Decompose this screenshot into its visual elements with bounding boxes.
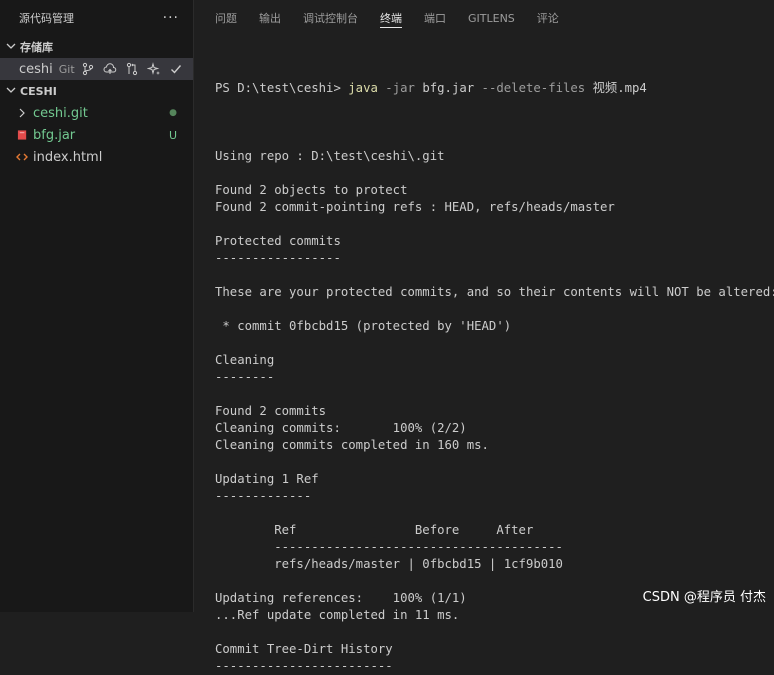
bottom-panel: 问题 输出 调试控制台 终端 端口 GITLENS 评论 PS D:\test\… — [195, 0, 774, 674]
panel-tabs: 问题 输出 调试控制台 终端 端口 GITLENS 评论 — [195, 0, 774, 36]
terminal-line: ------------- — [215, 489, 312, 503]
repository-scm-type: Git — [58, 62, 75, 76]
sync-cloud-icon[interactable] — [103, 62, 117, 76]
terminal-line: These are your protected commits, and so… — [215, 285, 774, 299]
terminal-line: Using repo : D:\test\ceshi\.git — [215, 149, 445, 163]
terminal-command: java — [348, 81, 378, 95]
file-name: bfg.jar — [33, 127, 76, 143]
terminal-prompt: PS D:\test\ceshi> — [215, 81, 349, 95]
file-name: ceshi.git — [33, 105, 88, 121]
terminal-line: -------- — [215, 370, 275, 384]
tab-comments[interactable]: 评论 — [537, 0, 559, 36]
terminal-line: ------------------------ — [215, 659, 393, 673]
tab-ports[interactable]: 端口 — [424, 0, 446, 36]
file-row-ceshi-git[interactable]: ceshi.git ● — [0, 102, 193, 124]
terminal-line: Ref Before After — [215, 523, 534, 537]
source-control-sidebar: 源代码管理 ··· 存储库 ceshi Git CESHI ceshi.git … — [0, 0, 194, 612]
workspace-section-label: CESHI — [20, 84, 57, 98]
tab-problems[interactable]: 问题 — [215, 0, 237, 36]
terminal-line: Found 2 commit-pointing refs : HEAD, ref… — [215, 200, 615, 214]
commit-check-icon[interactable] — [169, 62, 183, 76]
watermark: CSDN @程序员 付杰 — [642, 590, 766, 605]
terminal-line: ----------------- — [215, 251, 341, 265]
tab-gitlens[interactable]: GITLENS — [468, 0, 515, 36]
workspace-section-header[interactable]: CESHI — [0, 80, 193, 102]
html-file-icon — [15, 151, 29, 163]
jar-file-icon — [15, 129, 29, 141]
file-name: index.html — [33, 149, 103, 165]
file-row-index-html[interactable]: index.html — [0, 146, 193, 168]
terminal-line: Commit Tree-Dirt History — [215, 642, 393, 656]
terminal-line: Cleaning commits: 100% (2/2) — [215, 421, 467, 435]
branch-icon[interactable] — [81, 62, 95, 76]
untracked-badge: U — [168, 128, 177, 142]
terminal-line: Found 2 objects to protect — [215, 183, 408, 197]
repositories-section-label: 存储库 — [20, 41, 53, 54]
terminal-line: Protected commits — [215, 234, 341, 248]
terminal-line: Updating 1 Ref — [215, 472, 319, 486]
sidebar-title: 源代码管理 — [19, 12, 74, 25]
terminal-line: --------------------------------------- — [215, 540, 563, 554]
tab-debug-console[interactable]: 调试控制台 — [303, 0, 358, 36]
terminal-line: Cleaning — [215, 353, 275, 367]
git-compare-icon[interactable] — [125, 62, 139, 76]
terminal-flag: -jar — [377, 81, 415, 95]
terminal-arg: 视频.mp4 — [585, 81, 647, 95]
sidebar-header: 源代码管理 ··· — [0, 0, 193, 36]
terminal-output[interactable]: PS D:\test\ceshi> java -jar bfg.jar --de… — [215, 46, 774, 673]
sparkle-icon[interactable] — [146, 62, 161, 76]
terminal-line: Found 2 commits — [215, 404, 327, 418]
chevron-down-icon — [4, 41, 18, 54]
chevron-down-icon — [4, 85, 18, 98]
repository-name: ceshi — [19, 61, 53, 77]
more-actions-button[interactable]: ··· — [163, 10, 179, 26]
terminal-command-line: PS D:\test\ceshi> java -jar bfg.jar --de… — [215, 80, 774, 97]
terminal-arg: bfg.jar — [414, 81, 475, 95]
modified-dot-badge: ● — [169, 108, 177, 118]
terminal-line: Cleaning commits completed in 160 ms. — [215, 438, 489, 452]
repositories-section-header[interactable]: 存储库 — [0, 36, 193, 58]
terminal-line: * commit 0fbcbd15 (protected by 'HEAD') — [215, 319, 512, 333]
terminal-flag: --delete-files — [474, 81, 586, 95]
terminal-line: ...Ref update completed in 11 ms. — [215, 608, 460, 622]
repository-row[interactable]: ceshi Git — [0, 58, 193, 80]
chevron-right-icon — [15, 108, 29, 118]
tab-output[interactable]: 输出 — [259, 0, 281, 36]
terminal-line: refs/heads/master | 0fbcbd15 | 1cf9b010 — [215, 557, 563, 571]
tab-terminal[interactable]: 终端 — [380, 0, 402, 36]
file-row-bfg-jar[interactable]: bfg.jar U — [0, 124, 193, 146]
